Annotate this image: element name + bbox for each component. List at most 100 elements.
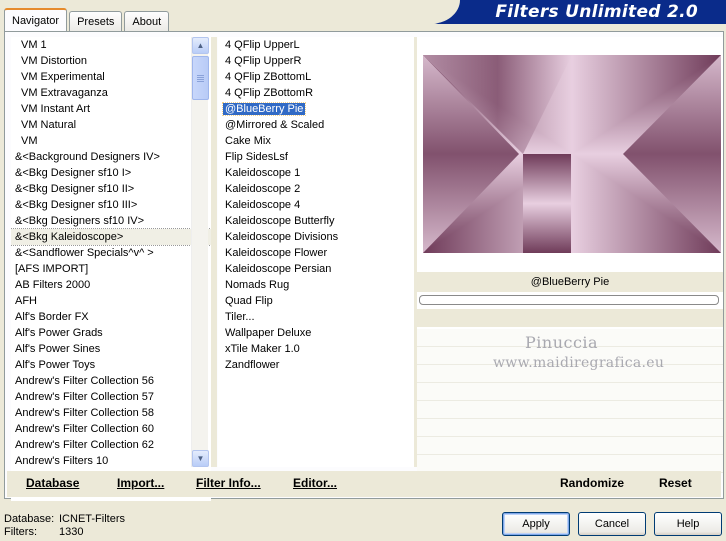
action-bar: Database Import... Filter Info... Editor… <box>7 471 721 497</box>
filter-item[interactable]: Zandflower <box>218 357 414 373</box>
filter-item[interactable]: Kaleidoscope 2 <box>218 181 414 197</box>
filter-list[interactable]: 4 QFlip UpperL 4 QFlip UpperR 4 QFlip ZBot… <box>218 37 414 467</box>
category-item[interactable]: VM 1 <box>11 37 211 53</box>
filter-item[interactable]: 4 QFlip ZBottomR <box>218 85 414 101</box>
category-item[interactable]: Alf's Border FX <box>11 309 211 325</box>
filter-item-label: @BlueBerry Pie <box>221 102 307 116</box>
filter-item[interactable]: Cake Mix <box>218 133 414 149</box>
tab-navigator[interactable]: Navigator <box>4 8 68 31</box>
filter-item[interactable]: Flip SidesLsf <box>218 149 414 165</box>
filter-item-label: xTile Maker 1.0 <box>225 343 300 355</box>
import-button[interactable]: Import... <box>117 476 164 490</box>
filter-item-label: Tiler... <box>225 311 255 323</box>
filters-label: Filters: <box>4 526 37 538</box>
category-scrollbar[interactable]: ▲ ▼ <box>191 37 209 467</box>
database-button[interactable]: Database <box>26 476 79 490</box>
app-title: Filters Unlimited 2.0 <box>495 2 698 22</box>
category-item[interactable]: VM Experimental <box>11 69 211 85</box>
category-item[interactable]: &<Bkg Designer sf10 II> <box>11 181 211 197</box>
tab-strip: Navigator Presets About <box>4 8 171 31</box>
category-item[interactable]: &<Bkg Designer sf10 I> <box>11 165 211 181</box>
filter-item-label: Kaleidoscope Butterfly <box>225 215 335 227</box>
category-item[interactable]: &<Background Designers IV> <box>11 149 211 165</box>
category-item[interactable]: Andrew's Filter Collection 58 <box>11 405 211 421</box>
apply-button[interactable]: Apply <box>502 512 570 536</box>
category-item[interactable]: &<Bkg Designer sf10 III> <box>11 197 211 213</box>
separator <box>417 309 723 327</box>
filter-item[interactable]: Kaleidoscope Divisions <box>218 229 414 245</box>
filter-item[interactable]: xTile Maker 1.0 <box>218 341 414 357</box>
filter-item[interactable]: 4 QFlip UpperL <box>218 37 414 53</box>
reset-button[interactable]: Reset <box>659 476 692 490</box>
filter-item-label: Kaleidoscope 1 <box>225 167 301 179</box>
navigator-panel: VM 1 VM Distortion VM Experimental VM Extra… <box>4 31 724 501</box>
filter-item-label: 4 QFlip UpperR <box>225 55 302 67</box>
scroll-down-icon[interactable]: ▼ <box>192 450 209 467</box>
filter-item[interactable]: Nomads Rug <box>218 277 414 293</box>
tab-presets[interactable]: Presets <box>69 11 123 31</box>
category-item[interactable]: VM Distortion <box>11 53 211 69</box>
filter-item-label: Kaleidoscope 4 <box>225 199 301 211</box>
category-item[interactable]: VM <box>11 133 211 149</box>
filter-item-label: Nomads Rug <box>225 279 290 291</box>
cancel-button[interactable]: Cancel <box>578 512 646 536</box>
preview-area: @BlueBerry Pie Pinuccia www.maidiregrafi… <box>417 37 723 473</box>
filter-info-button[interactable]: Filter Info... <box>196 476 261 490</box>
category-list[interactable]: VM 1 VM Distortion VM Experimental VM Extra… <box>11 37 211 501</box>
filter-item-label: 4 QFlip UpperL <box>225 39 300 51</box>
category-item[interactable]: VM Extravaganza <box>11 85 211 101</box>
filter-item[interactable]: Kaleidoscope Persian <box>218 261 414 277</box>
category-item[interactable]: Alf's Power Toys <box>11 357 211 373</box>
database-label: Database: <box>4 513 55 525</box>
filter-item[interactable]: 4 QFlip UpperR <box>218 53 414 69</box>
filter-item-label: Quad Flip <box>225 295 273 307</box>
filter-item[interactable]: Quad Flip <box>218 293 414 309</box>
category-item[interactable]: Andrew's Filters 10 <box>11 453 211 469</box>
category-item[interactable]: Alf's Power Sines <box>11 341 211 357</box>
filter-item[interactable]: Kaleidoscope 4 <box>218 197 414 213</box>
category-item[interactable]: Andrew's Filter Collection 60 <box>11 421 211 437</box>
category-item[interactable]: Andrew's Filter Collection 57 <box>11 389 211 405</box>
category-item[interactable]: &<Bkg Designers sf10 IV> <box>11 213 211 229</box>
category-item[interactable]: Alf's Power Grads <box>11 325 211 341</box>
filter-item-label: Kaleidoscope 2 <box>225 183 301 195</box>
title-banner: Filters Unlimited 2.0 <box>420 0 726 24</box>
filter-item-label: Cake Mix <box>225 135 271 147</box>
category-item[interactable]: VM Instant Art <box>11 101 211 117</box>
category-item[interactable]: Andrew's Filter Collection 62 <box>11 437 211 453</box>
filter-item-label: 4 QFlip ZBottomL <box>225 71 312 83</box>
filter-item-label: Kaleidoscope Flower <box>225 247 328 259</box>
category-item[interactable]: &<Bkg Kaleidoscope> <box>11 228 211 246</box>
filter-item-label: 4 QFlip ZBottomR <box>225 87 314 99</box>
category-item[interactable]: VM Natural <box>11 117 211 133</box>
divider <box>211 37 217 467</box>
help-button[interactable]: Help <box>654 512 722 536</box>
database-info: Database: ICNET-Filters <box>4 513 125 525</box>
scroll-thumb[interactable] <box>192 56 209 100</box>
scroll-up-icon[interactable]: ▲ <box>192 37 209 54</box>
editor-button[interactable]: Editor... <box>293 476 337 490</box>
category-item[interactable]: Andrew's Filter Collection 56 <box>11 373 211 389</box>
filter-item[interactable]: 4 QFlip ZBottomL <box>218 69 414 85</box>
filter-item[interactable]: Kaleidoscope Butterfly <box>218 213 414 229</box>
filters-info: Filters: 1330 <box>4 526 83 538</box>
filter-item-label: Wallpaper Deluxe <box>225 327 312 339</box>
randomize-button[interactable]: Randomize <box>560 476 624 490</box>
category-item[interactable]: &<Sandflower Specials^v^ > <box>11 245 211 261</box>
filter-item-label: Zandflower <box>225 359 280 371</box>
category-item[interactable]: AB Filters 2000 <box>11 277 211 293</box>
filter-item-label: Kaleidoscope Persian <box>225 263 332 275</box>
category-item[interactable]: AFH <box>11 293 211 309</box>
watermark-name: Pinuccia <box>525 333 599 352</box>
filters-count: 1330 <box>59 526 84 538</box>
filter-item[interactable]: Tiler... <box>218 309 414 325</box>
filter-item-label: Kaleidoscope Divisions <box>225 231 339 243</box>
tab-about[interactable]: About <box>124 11 170 31</box>
filter-item[interactable]: Kaleidoscope 1 <box>218 165 414 181</box>
filter-item[interactable]: Wallpaper Deluxe <box>218 325 414 341</box>
filter-item[interactable]: @BlueBerry Pie <box>218 101 414 117</box>
filter-item[interactable]: @Mirrored & Scaled <box>218 117 414 133</box>
selected-filter-name: @BlueBerry Pie <box>417 272 723 292</box>
category-item[interactable]: [AFS IMPORT] <box>11 261 211 277</box>
filter-item[interactable]: Kaleidoscope Flower <box>218 245 414 261</box>
